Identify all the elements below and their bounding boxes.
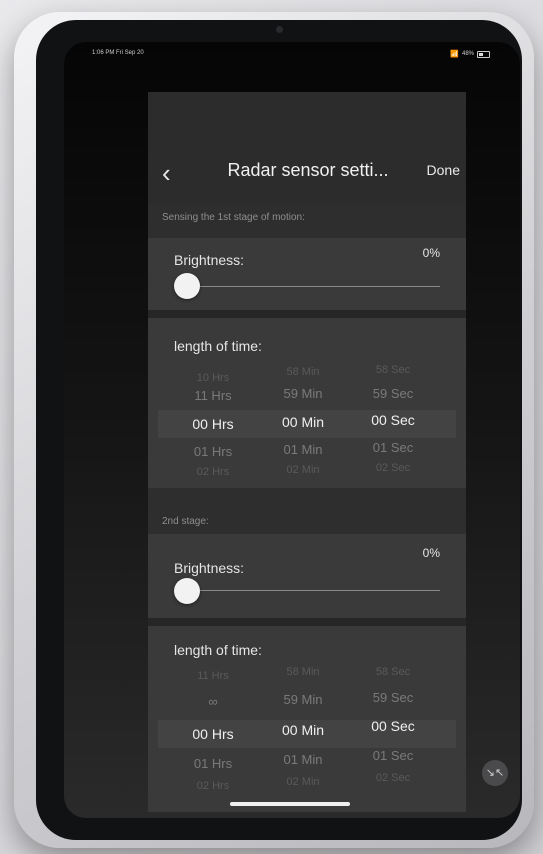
stage1-time-picker[interactable]: 10 Hrs 11 Hrs 00 Hrs 01 Hrs 02 Hrs 58 Mi… bbox=[158, 364, 456, 504]
picker-item: 01 Min bbox=[283, 752, 323, 767]
settings-sheet: ‹ Radar sensor setti... Done Sensing the… bbox=[148, 92, 466, 812]
picker-item: 58 Min bbox=[286, 366, 320, 378]
battery-percent: 48% bbox=[461, 51, 474, 57]
picker-item-selected: 00 Hrs bbox=[192, 416, 234, 432]
battery-icon bbox=[477, 50, 490, 58]
tablet-screen: 1:06 PM Fri Sep 20 📶 48% ‹ Radar sensor … bbox=[64, 42, 520, 818]
stage1-brightness-value: 0% bbox=[422, 246, 440, 260]
stage1-brightness-track[interactable] bbox=[188, 286, 440, 287]
divider bbox=[148, 310, 466, 318]
picker-item: 58 Sec bbox=[375, 666, 411, 678]
picker-item: 11 Hrs bbox=[197, 670, 229, 682]
picker-item: 01 Min bbox=[283, 442, 323, 457]
picker-item: 01 Sec bbox=[372, 440, 414, 455]
home-indicator[interactable] bbox=[230, 802, 350, 806]
picker-item: 59 Min bbox=[283, 692, 323, 707]
picker-item: 11 Hrs bbox=[194, 388, 232, 403]
stage2-time-label: length of time: bbox=[174, 642, 262, 658]
stage2-time-picker[interactable]: 11 Hrs ∞ 00 Hrs 01 Hrs 02 Hrs 58 Min 59 … bbox=[158, 666, 456, 806]
picker-item: 02 Hrs bbox=[196, 780, 230, 792]
done-button[interactable]: Done bbox=[427, 162, 460, 178]
front-camera bbox=[276, 26, 283, 33]
collapse-arrows-icon[interactable]: ↘↖ bbox=[482, 760, 508, 786]
picker-item: 02 Min bbox=[286, 464, 320, 476]
picker-item: ∞ bbox=[208, 694, 218, 709]
picker-item: 01 Hrs bbox=[193, 444, 233, 459]
page-title: Radar sensor setti... bbox=[227, 160, 389, 180]
picker-item: 02 Sec bbox=[375, 772, 411, 784]
stage2-brightness-value: 0% bbox=[422, 546, 440, 560]
stage1-brightness-label: Brightness: bbox=[174, 252, 245, 268]
stage2-brightness-thumb[interactable] bbox=[174, 578, 200, 604]
status-time: 1:06 PM Fri Sep 20 bbox=[92, 50, 144, 56]
picker-item-selected: 00 Min bbox=[281, 722, 325, 738]
picker-item: 01 Hrs bbox=[193, 756, 233, 771]
status-right: 📶 48% bbox=[450, 50, 490, 58]
picker-item-selected: 00 Min bbox=[281, 414, 325, 430]
stage1-time-card: length of time: 10 Hrs 11 Hrs 00 Hrs 01 … bbox=[148, 318, 466, 488]
picker-item: 58 Min bbox=[286, 666, 320, 678]
stage2-brightness-track[interactable] bbox=[188, 590, 440, 591]
tablet-device: 1:06 PM Fri Sep 20 📶 48% ‹ Radar sensor … bbox=[14, 12, 534, 848]
stage1-caption: Sensing the 1st stage of motion: bbox=[162, 212, 305, 223]
picker-item: 59 Min bbox=[283, 386, 323, 401]
picker-item-selected: 00 Sec bbox=[371, 412, 415, 428]
stage1-brightness-card: Brightness: 0% bbox=[148, 238, 466, 310]
stage1-time-label: length of time: bbox=[174, 338, 262, 354]
picker-item-selected: 00 Hrs bbox=[192, 726, 234, 742]
picker-item: 58 Sec bbox=[375, 364, 411, 376]
divider bbox=[148, 618, 466, 626]
picker-item: 02 Min bbox=[286, 776, 320, 788]
stage2-brightness-card: Brightness: 0% bbox=[148, 534, 466, 618]
picker-item: 01 Sec bbox=[372, 748, 414, 763]
wifi-icon: 📶 bbox=[450, 51, 459, 58]
picker-item: 10 Hrs bbox=[196, 372, 230, 384]
picker-item: 59 Sec bbox=[372, 386, 414, 401]
picker-item: 02 Sec bbox=[375, 462, 411, 474]
stage2-time-card: length of time: 11 Hrs ∞ 00 Hrs 01 Hrs 0… bbox=[148, 626, 466, 812]
nav-bar: ‹ Radar sensor setti... Done bbox=[148, 92, 466, 204]
stage1-brightness-thumb[interactable] bbox=[174, 273, 200, 299]
picker-item: 02 Hrs bbox=[196, 466, 230, 478]
picker-item: 59 Sec bbox=[372, 690, 414, 705]
stage2-caption: 2nd stage: bbox=[162, 516, 209, 527]
status-bar: 1:06 PM Fri Sep 20 📶 48% bbox=[92, 50, 490, 62]
divider bbox=[148, 488, 466, 512]
chevron-left-icon[interactable]: ‹ bbox=[162, 160, 174, 186]
picker-item-selected: 00 Sec bbox=[371, 718, 415, 734]
stage2-brightness-label: Brightness: bbox=[174, 560, 245, 576]
